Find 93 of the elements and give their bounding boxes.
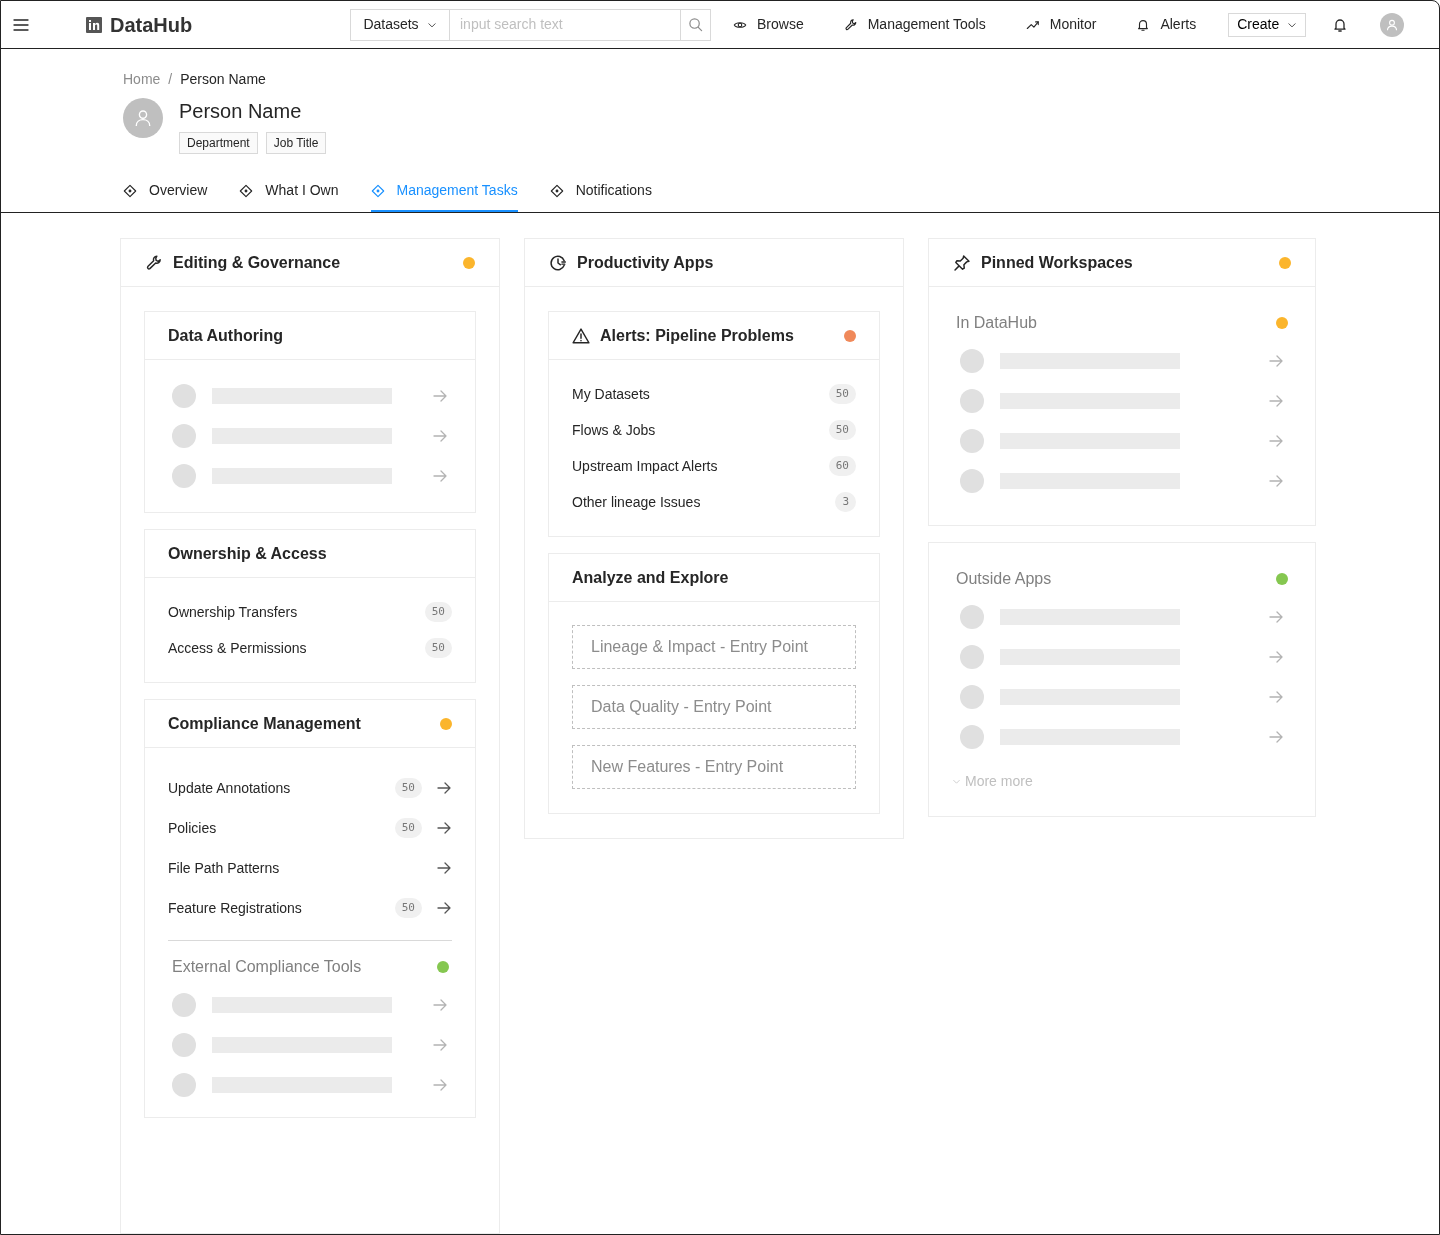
arrow-right-icon <box>1268 649 1284 665</box>
count-badge: 50 <box>394 897 422 919</box>
arrow-right-icon <box>432 428 448 444</box>
arrow-right-icon <box>1268 353 1284 369</box>
bell-icon <box>1332 16 1349 33</box>
tab[interactable]: Overview <box>123 180 208 212</box>
placeholder-avatar <box>960 349 984 373</box>
count-badge: 50 <box>394 817 422 839</box>
list-item-label[interactable]: Flows & Jobs <box>572 419 829 441</box>
nav-link[interactable]: Browse <box>733 14 804 35</box>
profile-tag: Job Title <box>265 132 327 154</box>
count-badge: 50 <box>424 601 452 623</box>
diamond-icon <box>123 183 137 198</box>
notifications-button[interactable] <box>1332 16 1349 33</box>
diamond-icon <box>549 183 564 198</box>
placeholder-avatar <box>960 389 984 413</box>
logo-icon <box>86 16 102 33</box>
card-title: Compliance Management <box>168 713 362 734</box>
group-title: Outside Apps <box>956 569 1053 589</box>
search-scope-dropdown[interactable]: Datasets <box>350 8 450 41</box>
placeholder-avatar <box>172 1033 196 1057</box>
card-title: Analyze and Explore <box>572 567 730 588</box>
search-field[interactable]: input search text <box>450 8 680 41</box>
clock-icon <box>549 253 567 272</box>
panel-title: Productivity Apps <box>577 252 715 273</box>
tab[interactable]: Notifications <box>549 180 652 212</box>
nav-link[interactable]: Management Tools <box>843 14 986 35</box>
nav-link[interactable]: Alerts <box>1136 14 1197 35</box>
list-item-label[interactable]: My Datasets <box>572 383 829 405</box>
list-item-label[interactable]: Upstream Impact Alerts <box>572 455 829 477</box>
arrow-right-icon <box>432 1037 448 1053</box>
chevron-down-icon <box>952 777 961 786</box>
create-button[interactable]: Create <box>1228 12 1307 37</box>
menu-icon <box>13 16 29 33</box>
list-item-label[interactable]: Access & Permissions <box>168 637 425 659</box>
list-item-label[interactable]: Other lineage Issues <box>572 491 836 513</box>
placeholder-avatar <box>172 384 196 408</box>
pin-icon <box>953 253 971 272</box>
panel-title: Pinned Workspaces <box>981 252 1134 273</box>
panel-title: Editing & Governance <box>173 252 342 273</box>
count-badge: 50 <box>394 777 422 799</box>
arrow-right-icon <box>1268 393 1284 409</box>
list-item-label[interactable]: Feature Registrations <box>168 897 395 919</box>
list-item-label[interactable]: Update Annotations <box>168 777 395 799</box>
diamond-icon <box>239 183 254 198</box>
tab[interactable]: What I Own <box>239 180 339 212</box>
count-badge: 60 <box>828 455 856 477</box>
profile-tag: Department <box>179 132 258 154</box>
profile-name: Person Name <box>179 99 303 124</box>
user-avatar[interactable] <box>1380 12 1405 37</box>
list-item-label[interactable]: Policies <box>168 817 395 839</box>
placeholder-avatar <box>960 469 984 493</box>
placeholder-avatar <box>960 645 984 669</box>
placeholder-avatar <box>960 605 984 629</box>
card-title: Alerts: Pipeline Problems <box>600 325 795 346</box>
placeholder-avatar <box>172 464 196 488</box>
placeholder-avatar <box>172 993 196 1017</box>
placeholder-avatar <box>172 1073 196 1097</box>
wrench-icon <box>145 253 163 272</box>
placeholder-avatar <box>960 685 984 709</box>
group-title: In DataHub <box>956 313 1038 333</box>
profile-avatar <box>123 98 163 138</box>
breadcrumb-current: Person Name <box>180 70 266 89</box>
placeholder-avatar <box>172 424 196 448</box>
arrow-right-icon <box>1268 609 1284 625</box>
brand-name[interactable]: DataHub <box>110 9 193 40</box>
count-badge: 50 <box>828 383 856 405</box>
search-button[interactable] <box>680 8 711 41</box>
warning-icon <box>572 326 590 345</box>
arrow-right-icon <box>432 468 448 484</box>
card-title: Data Authoring <box>168 325 284 346</box>
arrow-right-icon <box>432 1077 448 1093</box>
count-badge: 50 <box>424 637 452 659</box>
placeholder-avatar <box>960 725 984 749</box>
bell-icon <box>1136 17 1151 32</box>
list-item-label[interactable]: Ownership Transfers <box>168 601 425 623</box>
arrow-right-icon <box>1268 729 1284 745</box>
breadcrumb-separator: / <box>168 70 173 89</box>
count-badge: 50 <box>828 419 856 441</box>
nav-link[interactable]: Monitor <box>1025 14 1097 35</box>
arrow-right-icon <box>1268 433 1284 449</box>
group-title: External Compliance Tools <box>172 957 363 977</box>
search-icon <box>688 17 703 32</box>
wrench-icon <box>843 17 858 32</box>
arrow-right-icon <box>1268 473 1284 489</box>
list-item-label[interactable]: File Path Patterns <box>168 857 422 879</box>
placeholder-avatar <box>960 429 984 453</box>
card-title: Ownership & Access <box>168 543 328 564</box>
count-badge: 3 <box>835 491 856 513</box>
arrow-right-icon <box>432 388 448 404</box>
arrow-right-icon <box>432 997 448 1013</box>
arrow-right-icon <box>1268 689 1284 705</box>
diamond-icon <box>370 183 385 198</box>
